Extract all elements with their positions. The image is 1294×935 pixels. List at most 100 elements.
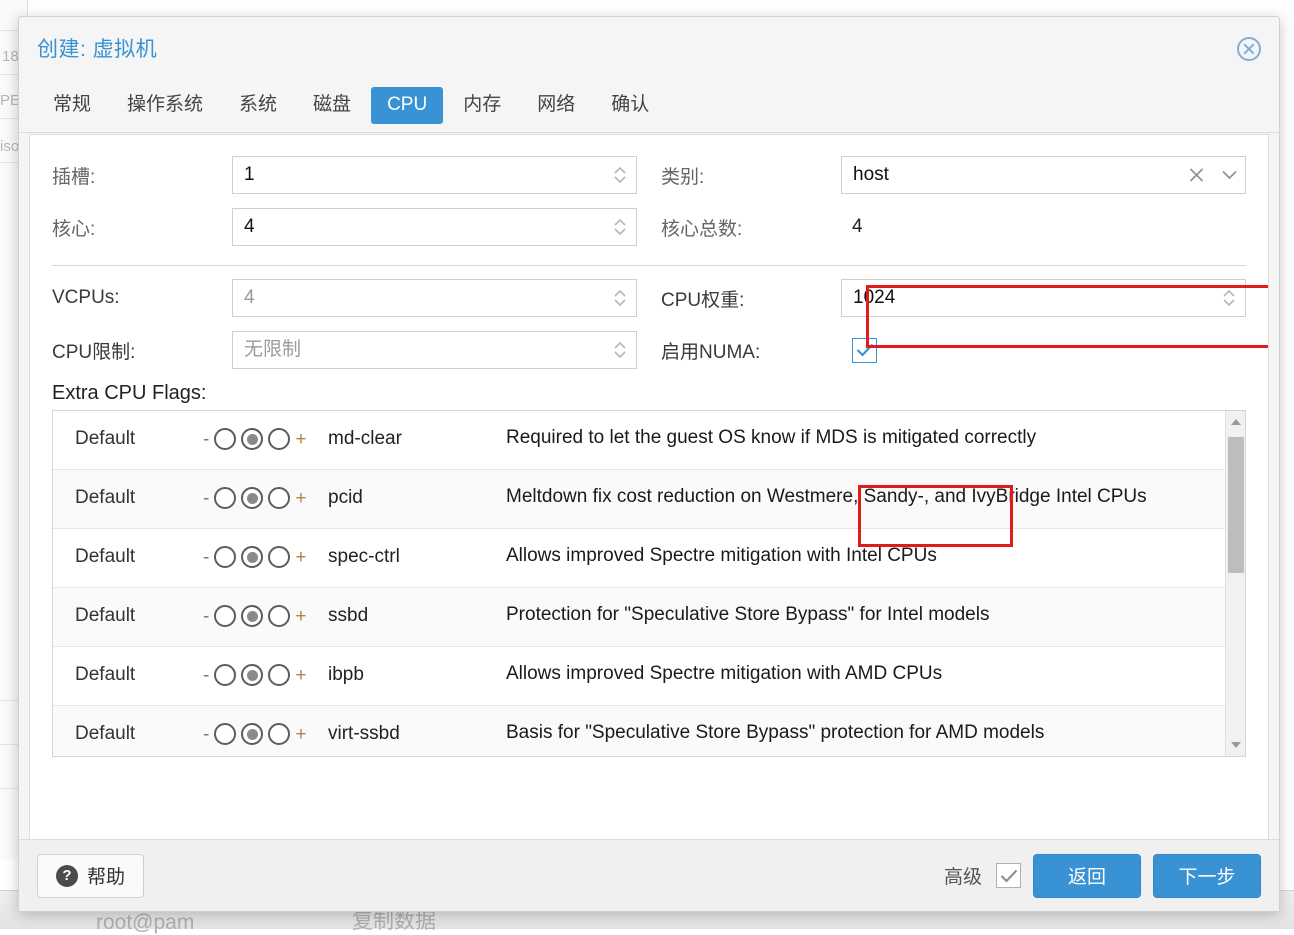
field-sockets: 插槽: 1 xyxy=(40,149,649,201)
field-enable-numa: 启用NUMA: xyxy=(649,324,1258,376)
scroll-up-icon[interactable] xyxy=(1226,411,1246,433)
cpu-type-label: 类别: xyxy=(661,162,841,189)
flag-name: ibpb xyxy=(328,658,506,692)
flag-radio-off[interactable] xyxy=(214,664,236,686)
flag-radio-default[interactable] xyxy=(241,428,263,450)
cpu-limit-spinner[interactable] xyxy=(612,337,628,363)
flag-state-label: Default xyxy=(53,481,203,515)
flag-radio-on[interactable] xyxy=(268,428,290,450)
sockets-label: 插槽: xyxy=(52,162,232,189)
tab-network[interactable]: 网络 xyxy=(521,87,591,124)
flag-plus-label: + xyxy=(295,548,306,567)
flag-radio-on[interactable] xyxy=(268,723,290,745)
vcpus-spinner[interactable] xyxy=(612,285,628,311)
advanced-label: 高级 xyxy=(944,862,982,889)
cores-spinner[interactable] xyxy=(612,214,628,240)
dialog-titlebar: 创建: 虚拟机 xyxy=(19,17,1279,79)
flag-radio-off[interactable] xyxy=(214,487,236,509)
tab-confirm[interactable]: 确认 xyxy=(595,87,665,124)
tab-general[interactable]: 常规 xyxy=(37,87,107,124)
flag-name: spec-ctrl xyxy=(328,540,506,574)
tab-disks[interactable]: 磁盘 xyxy=(297,87,367,124)
background-fragment-3: iso xyxy=(0,138,19,155)
cpu-limit-input[interactable]: 无限制 xyxy=(232,331,637,369)
flag-radio-default[interactable] xyxy=(241,723,263,745)
help-button-label: 帮助 xyxy=(87,862,125,889)
flag-minus-label: - xyxy=(203,607,209,626)
flag-tristate-selector[interactable]: -+ xyxy=(203,481,328,515)
flag-tristate-selector[interactable]: -+ xyxy=(203,717,328,751)
flag-radio-default[interactable] xyxy=(241,487,263,509)
flag-row: Default-+ssbdProtection for "Speculative… xyxy=(53,588,1225,647)
flag-radio-off[interactable] xyxy=(214,605,236,627)
flag-row: Default-+virt-ssbdBasis for "Speculative… xyxy=(53,706,1225,757)
total-cores-value: 4 xyxy=(841,216,1246,238)
flag-minus-label: - xyxy=(203,666,209,685)
tab-memory[interactable]: 内存 xyxy=(447,87,517,124)
flag-plus-label: + xyxy=(295,725,306,744)
clear-x-icon[interactable] xyxy=(1188,167,1205,184)
flag-plus-label: + xyxy=(295,430,306,449)
dialog-footer: ? 帮助 高级 返回 下一步 xyxy=(19,839,1279,911)
sockets-spinner[interactable] xyxy=(612,162,628,188)
flag-tristate-selector[interactable]: -+ xyxy=(203,599,328,633)
cores-input[interactable]: 4 xyxy=(232,208,637,246)
flag-radio-on[interactable] xyxy=(268,605,290,627)
flag-radio-default[interactable] xyxy=(241,546,263,568)
background-fragment-2: PE xyxy=(0,92,20,109)
flag-description: Basis for "Speculative Store Bypass" pro… xyxy=(506,717,1225,748)
flag-radio-off[interactable] xyxy=(214,428,236,450)
flag-name: pcid xyxy=(328,481,506,515)
flag-tristate-selector[interactable]: -+ xyxy=(203,540,328,574)
flag-plus-label: + xyxy=(295,666,306,685)
advanced-checkbox[interactable] xyxy=(996,863,1021,888)
back-button[interactable]: 返回 xyxy=(1033,854,1141,898)
flag-radio-off[interactable] xyxy=(214,723,236,745)
cpu-units-spinner[interactable] xyxy=(1221,285,1237,311)
flag-radio-on[interactable] xyxy=(268,664,290,686)
field-cores: 核心: 4 xyxy=(40,201,649,253)
flag-name: ssbd xyxy=(328,599,506,633)
flag-description: Protection for "Speculative Store Bypass… xyxy=(506,599,1225,630)
chevron-down-icon[interactable] xyxy=(1221,170,1238,181)
enable-numa-label: 启用NUMA: xyxy=(661,337,841,364)
tab-system[interactable]: 系统 xyxy=(223,87,293,124)
flag-state-label: Default xyxy=(53,540,203,574)
tab-os[interactable]: 操作系统 xyxy=(111,87,219,124)
flag-minus-label: - xyxy=(203,548,209,567)
flag-radio-default[interactable] xyxy=(241,605,263,627)
cpu-limit-label: CPU限制: xyxy=(52,337,232,364)
cpu-type-input[interactable]: host xyxy=(841,156,1246,194)
vcpus-input[interactable]: 4 xyxy=(232,279,637,317)
flag-tristate-selector[interactable]: -+ xyxy=(203,658,328,692)
flag-radio-on[interactable] xyxy=(268,546,290,568)
cpu-units-input[interactable]: 1024 xyxy=(841,279,1246,317)
close-circle-icon[interactable] xyxy=(1235,35,1263,63)
vcpus-label: VCPUs: xyxy=(52,287,232,309)
enable-numa-checkbox[interactable] xyxy=(852,338,877,363)
sockets-input[interactable]: 1 xyxy=(232,156,637,194)
field-total-cores: 核心总数: 4 xyxy=(649,201,1258,253)
next-button[interactable]: 下一步 xyxy=(1153,854,1261,898)
flag-description: Allows improved Spectre mitigation with … xyxy=(506,540,1225,571)
tab-cpu[interactable]: CPU xyxy=(371,87,443,124)
flag-tristate-selector[interactable]: -+ xyxy=(203,422,328,456)
flag-state-label: Default xyxy=(53,422,203,456)
scrollbar-thumb[interactable] xyxy=(1228,437,1244,573)
flag-radio-off[interactable] xyxy=(214,546,236,568)
scroll-down-icon[interactable] xyxy=(1226,734,1246,756)
help-button[interactable]: ? 帮助 xyxy=(37,854,144,898)
dialog-title: 创建: 虚拟机 xyxy=(37,33,157,63)
flag-radio-default[interactable] xyxy=(241,664,263,686)
field-vcpus: VCPUs: 4 xyxy=(40,272,649,324)
flags-scrollbar[interactable] xyxy=(1225,411,1245,756)
flag-radio-on[interactable] xyxy=(268,487,290,509)
flag-row: Default-+pcidMeltdown fix cost reduction… xyxy=(53,470,1225,529)
flag-name: virt-ssbd xyxy=(328,717,506,751)
question-mark-icon: ? xyxy=(56,865,78,887)
flag-name: md-clear xyxy=(328,422,506,456)
flag-state-label: Default xyxy=(53,599,203,633)
total-cores-label: 核心总数: xyxy=(661,214,841,241)
cpu-settings-panel: 插槽: 1 类别: host xyxy=(29,134,1269,839)
flag-minus-label: - xyxy=(203,430,209,449)
